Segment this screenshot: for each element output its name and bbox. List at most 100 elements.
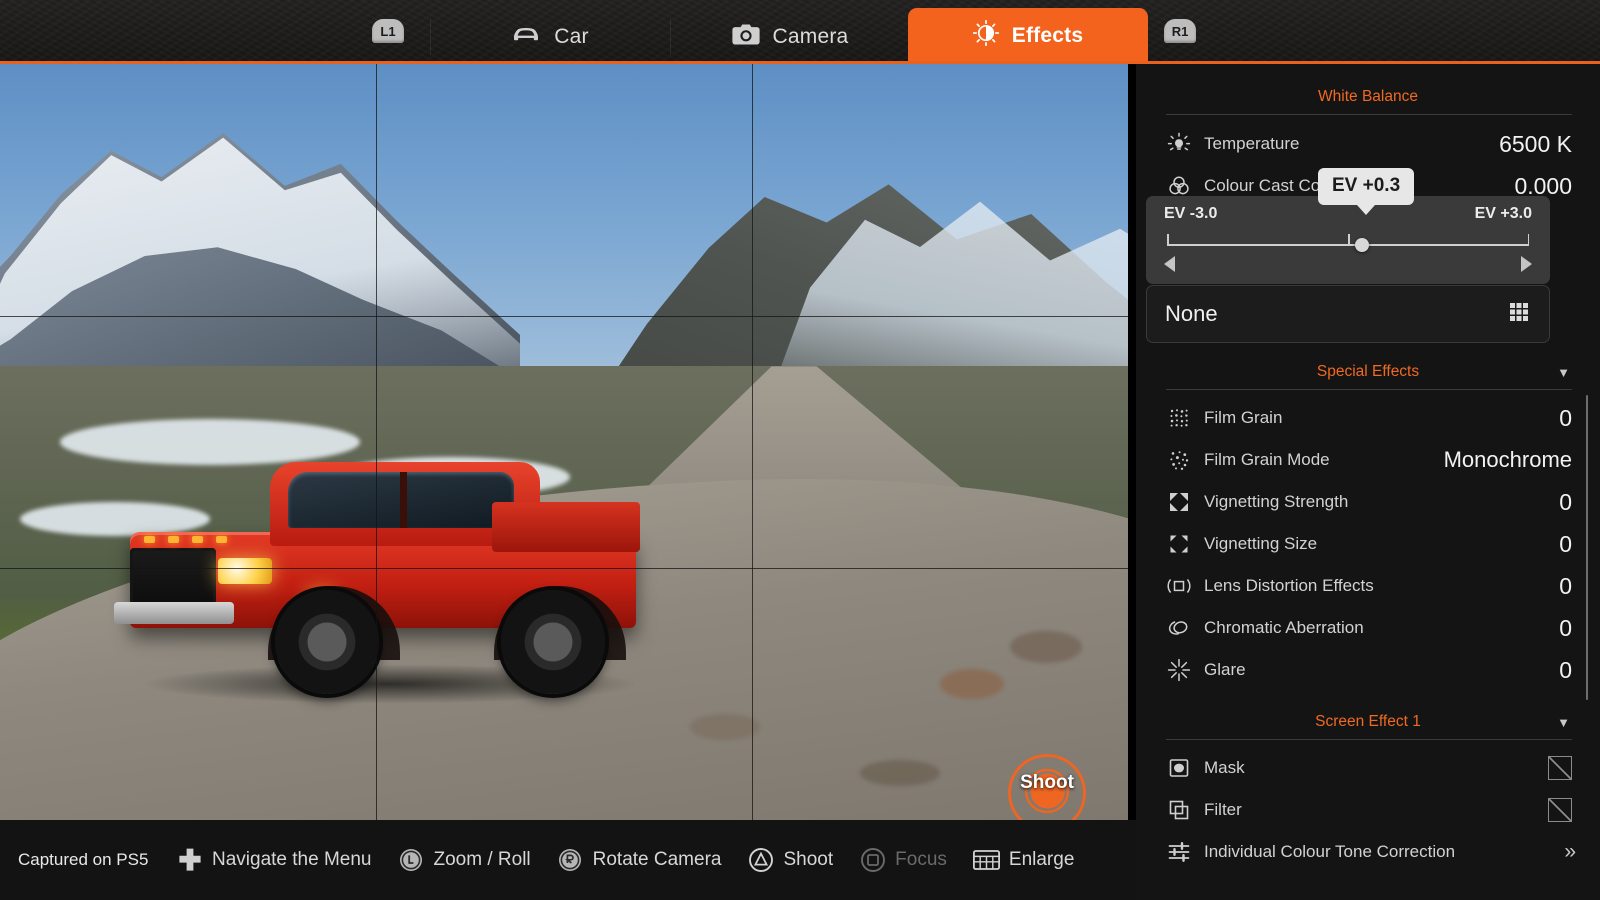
row-vignetting-strength[interactable]: Vignetting Strength 0	[1136, 481, 1600, 523]
left-arrow-icon[interactable]	[1164, 256, 1175, 272]
section-title: Screen Effect 1	[1315, 713, 1421, 731]
hint-rotate-camera: Rotate Camera	[557, 847, 722, 874]
tab-effects-label: Effects	[1012, 25, 1083, 48]
section-header-screen-effect-2[interactable]: Screen Effect 2 ▼	[1136, 893, 1600, 900]
camera-icon	[732, 23, 760, 52]
panel-scrollbar[interactable]	[1586, 395, 1588, 700]
film-grain-mode-icon	[1166, 447, 1192, 473]
ev-max-label: EV +3.0	[1475, 205, 1532, 223]
divider	[1166, 114, 1572, 115]
dpad-icon	[176, 847, 203, 874]
row-filter[interactable]: Filter	[1136, 789, 1600, 831]
row-chromatic-aberration[interactable]: Chromatic Aberration 0	[1136, 607, 1600, 649]
row-film-grain[interactable]: Film Grain 0	[1136, 397, 1600, 439]
hint-enlarge: Enlarge	[973, 847, 1075, 874]
swatch-empty[interactable]	[1548, 798, 1572, 822]
swatch-empty[interactable]	[1548, 756, 1572, 780]
tab-camera[interactable]: Camera	[670, 10, 910, 64]
row-label: Film Grain Mode	[1204, 450, 1444, 470]
row-label: Vignetting Size	[1204, 534, 1559, 554]
row-glare[interactable]: Glare 0	[1136, 649, 1600, 691]
touchpad-icon	[973, 847, 1000, 874]
sliders-icon	[1166, 839, 1192, 865]
grid-line-horizontal	[0, 316, 1128, 317]
vignette-size-icon	[1166, 531, 1192, 557]
hint-zoom-roll: Zoom / Roll	[398, 847, 531, 874]
tab-camera-label: Camera	[773, 26, 849, 49]
front-wheel	[275, 590, 379, 694]
accent-underline	[0, 61, 1600, 64]
section-header-white-balance: White Balance	[1136, 80, 1600, 114]
truck-bumper	[114, 602, 234, 624]
filter-icon	[1166, 797, 1192, 823]
lens-distortion-icon	[1166, 573, 1192, 599]
ev-value-tooltip: EV +0.3	[1318, 168, 1414, 205]
row-label: Filter	[1204, 800, 1548, 820]
ev-min-label: EV -3.0	[1164, 205, 1217, 223]
row-value: 0	[1559, 489, 1572, 516]
row-lens-distortion-effects[interactable]: Lens Distortion Effects 0	[1136, 565, 1600, 607]
tab-car-label: Car	[554, 26, 588, 49]
row-label: Individual Colour Tone Correction	[1204, 842, 1564, 862]
hint-label: Focus	[895, 849, 947, 871]
car-icon	[511, 23, 541, 51]
hint-label: Shoot	[783, 849, 833, 871]
hint-navigate-menu: Navigate the Menu	[176, 847, 372, 874]
grid-line-vertical	[752, 64, 753, 820]
scene-photo	[0, 64, 1128, 820]
hint-label: Navigate the Menu	[212, 849, 372, 871]
row-film-grain-mode[interactable]: Film Grain Mode Monochrome	[1136, 439, 1600, 481]
hint-shoot: Shoot	[747, 847, 833, 874]
chromatic-aberration-icon	[1166, 615, 1192, 641]
row-value: 0	[1559, 615, 1572, 642]
section-header-screen-effect-1[interactable]: Screen Effect 1 ▼	[1136, 705, 1600, 739]
row-value: Monochrome	[1444, 447, 1572, 473]
truck-bed	[492, 502, 640, 552]
row-individual-colour-tone-correction[interactable]: Individual Colour Tone Correction »	[1136, 831, 1600, 873]
row-value: 6500 K	[1499, 131, 1572, 158]
r-stick-icon	[557, 847, 584, 874]
lightbulb-icon	[1166, 131, 1192, 157]
shoot-button-label: Shoot	[966, 772, 1128, 794]
hint-focus: Focus	[859, 847, 947, 874]
section-title: White Balance	[1318, 88, 1418, 106]
roof-marker-light	[144, 536, 155, 543]
l-stick-icon	[398, 847, 425, 874]
grid-icon[interactable]	[1507, 300, 1531, 329]
rock	[690, 714, 760, 740]
vignette-strength-icon	[1166, 489, 1192, 515]
tab-car[interactable]: Car	[430, 10, 670, 64]
truck-pillar	[400, 472, 407, 528]
caret-down-icon[interactable]: ▼	[1557, 715, 1570, 730]
roof-marker-light	[168, 536, 179, 543]
caret-down-icon[interactable]: ▼	[1557, 365, 1570, 380]
row-vignetting-size[interactable]: Vignetting Size 0	[1136, 523, 1600, 565]
preset-selector[interactable]: None	[1146, 285, 1550, 343]
triangle-icon	[747, 847, 774, 874]
camera-viewport[interactable]	[0, 64, 1128, 820]
tab-effects[interactable]: Effects	[908, 8, 1148, 64]
headlight	[218, 558, 272, 584]
row-mask[interactable]: Mask	[1136, 747, 1600, 789]
row-label: Vignetting Strength	[1204, 492, 1559, 512]
rock	[1010, 631, 1082, 663]
grid-line-vertical	[376, 64, 377, 820]
controller-hint-bar: Captured on PS5 Navigate the Menu Zoom /…	[0, 820, 1136, 900]
captured-on-label: Captured on PS5	[18, 850, 176, 870]
ev-slider-card[interactable]: EV -3.0 EV +3.0	[1146, 196, 1550, 284]
divider	[1166, 739, 1572, 740]
film-grain-icon	[1166, 405, 1192, 431]
row-temperature[interactable]: Temperature 6500 K	[1136, 123, 1600, 165]
section-header-special-effects[interactable]: Special Effects ▼	[1136, 355, 1600, 389]
ev-slider-knob[interactable]	[1355, 238, 1369, 252]
row-label: Lens Distortion Effects	[1204, 576, 1559, 596]
square-icon	[859, 847, 886, 874]
hint-label: Zoom / Roll	[434, 849, 531, 871]
shoulder-button-r1[interactable]: R1	[1164, 19, 1196, 43]
brightness-icon	[973, 20, 999, 52]
row-value: 0	[1559, 573, 1572, 600]
right-arrow-icon[interactable]	[1521, 256, 1532, 272]
tab-list: L1 Car Camera	[0, 0, 1600, 64]
chevron-right-double-icon[interactable]: »	[1564, 840, 1572, 864]
shoulder-button-l1[interactable]: L1	[372, 19, 404, 43]
